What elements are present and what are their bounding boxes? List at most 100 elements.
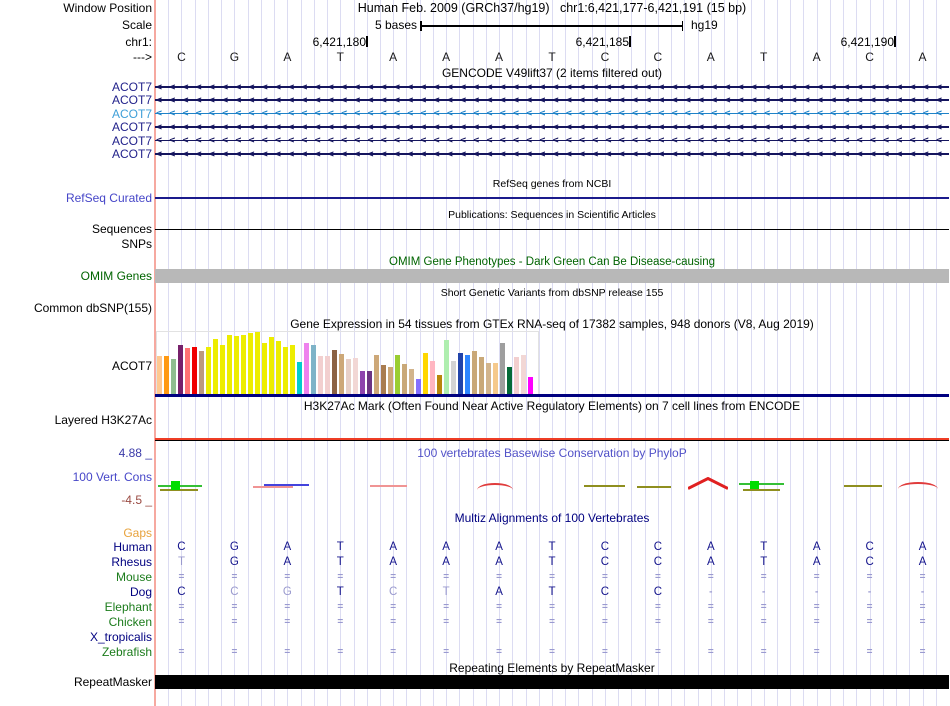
refseq-curated-item[interactable] bbox=[155, 197, 949, 199]
gtex-tissue-bar[interactable] bbox=[458, 353, 463, 394]
gtex-tissue-bar[interactable] bbox=[374, 355, 379, 394]
gtex-tissue-bar[interactable] bbox=[227, 335, 232, 394]
gencode-transcript-arrows[interactable]: <<<<<<<<<<<<<<<<<<<<<<<<<<<<<<<<<<<<<<<<… bbox=[155, 121, 949, 134]
gtex-tissue-bar[interactable] bbox=[395, 355, 400, 394]
gtex-tissue-bar[interactable] bbox=[353, 358, 358, 394]
repeatmasker-label[interactable]: RepeatMasker bbox=[74, 675, 152, 689]
gtex-tissue-bar[interactable] bbox=[171, 359, 176, 394]
gtex-tissue-bar[interactable] bbox=[290, 345, 295, 394]
gtex-tissue-bar[interactable] bbox=[409, 369, 414, 394]
gtex-tissue-bar[interactable] bbox=[514, 357, 519, 394]
species-label-chicken[interactable]: Chicken bbox=[109, 615, 152, 629]
gtex-tissue-bar[interactable] bbox=[304, 343, 309, 394]
alignment-base: C bbox=[177, 586, 186, 598]
gtex-tissue-bar[interactable] bbox=[437, 375, 442, 394]
gencode-transcript-label[interactable]: ACOT7 bbox=[112, 93, 152, 107]
gtex-tissue-bar[interactable] bbox=[339, 354, 344, 394]
gtex-tissue-bar[interactable] bbox=[206, 347, 211, 394]
gtex-tissue-bar[interactable] bbox=[318, 356, 323, 394]
gtex-tissue-bar[interactable] bbox=[346, 359, 351, 394]
gtex-tissue-bar[interactable] bbox=[423, 353, 428, 394]
alignment-symbol: = bbox=[337, 571, 344, 583]
refseq-track-title: RefSeq genes from NCBI bbox=[492, 178, 612, 190]
gtex-tissue-bar[interactable] bbox=[255, 332, 260, 394]
gtex-tissue-bar[interactable] bbox=[283, 347, 288, 394]
gencode-transcript-arrows[interactable]: <<<<<<<<<<<<<<<<<<<<<<<<<<<<<<<<<<<<<<<<… bbox=[155, 107, 949, 120]
species-label-zebrafish[interactable]: Zebrafish bbox=[102, 645, 152, 659]
gtex-tissue-bar[interactable] bbox=[178, 345, 183, 394]
gtex-tissue-bar[interactable] bbox=[528, 377, 533, 394]
gtex-tissue-bar[interactable] bbox=[381, 365, 386, 394]
species-label-human[interactable]: Human bbox=[113, 540, 152, 554]
gtex-tissue-bar[interactable] bbox=[507, 367, 512, 394]
gencode-transcript-label[interactable]: ACOT7 bbox=[112, 134, 152, 148]
gtex-tissue-bar[interactable] bbox=[213, 339, 218, 394]
alignment-symbol: - bbox=[709, 586, 713, 598]
gencode-transcript-label[interactable]: ACOT7 bbox=[112, 147, 152, 161]
gtex-tissue-bar[interactable] bbox=[444, 340, 449, 394]
gencode-transcript-arrows[interactable]: <<<<<<<<<<<<<<<<<<<<<<<<<<<<<<<<<<<<<<<<… bbox=[155, 148, 949, 161]
gtex-expression-bars[interactable] bbox=[157, 332, 537, 394]
gencode-transcript-arrows[interactable]: <<<<<<<<<<<<<<<<<<<<<<<<<<<<<<<<<<<<<<<<… bbox=[155, 94, 949, 107]
alignment-base: T bbox=[336, 556, 344, 568]
gtex-tissue-bar[interactable] bbox=[276, 341, 281, 394]
gtex-tissue-bar[interactable] bbox=[199, 351, 204, 394]
gtex-tissue-bar[interactable] bbox=[164, 356, 169, 394]
common-dbsnp-label[interactable]: Common dbSNP(155) bbox=[34, 301, 152, 315]
gencode-transcript-arrows[interactable]: <<<<<<<<<<<<<<<<<<<<<<<<<<<<<<<<<<<<<<<<… bbox=[155, 81, 949, 94]
gtex-tissue-bar[interactable] bbox=[360, 371, 365, 394]
species-label-x_tropicalis[interactable]: X_tropicalis bbox=[90, 630, 152, 644]
gtex-tissue-bar[interactable] bbox=[220, 345, 225, 394]
gtex-tissue-bar[interactable] bbox=[297, 362, 302, 394]
gencode-transcript-label[interactable]: ACOT7 bbox=[112, 120, 152, 134]
gencode-transcript-label[interactable]: ACOT7 bbox=[112, 80, 152, 94]
species-label-elephant[interactable]: Elephant bbox=[105, 600, 152, 614]
gtex-tissue-bar[interactable] bbox=[311, 345, 316, 394]
alignment-base: C bbox=[653, 586, 663, 598]
gtex-tissue-bar[interactable] bbox=[493, 363, 498, 394]
omim-genes-label[interactable]: OMIM Genes bbox=[81, 269, 152, 283]
gtex-tissue-bar[interactable] bbox=[248, 333, 253, 394]
gtex-tissue-bar[interactable] bbox=[234, 336, 239, 394]
gtex-tissue-bar[interactable] bbox=[157, 356, 162, 394]
gtex-tissue-bar[interactable] bbox=[479, 357, 484, 394]
species-label-gaps[interactable]: Gaps bbox=[123, 526, 152, 540]
alignment-base: A bbox=[495, 556, 503, 568]
gtex-tissue-bar[interactable] bbox=[192, 347, 197, 394]
gtex-tissue-bar[interactable] bbox=[465, 355, 470, 394]
gtex-tissue-bar[interactable] bbox=[388, 367, 393, 394]
gtex-tissue-bar[interactable] bbox=[472, 351, 477, 394]
phylop-track-label[interactable]: 100 Vert. Cons bbox=[73, 470, 152, 484]
species-label-rhesus[interactable]: Rhesus bbox=[111, 555, 152, 569]
gtex-tissue-bar[interactable] bbox=[486, 363, 491, 394]
refseq-curated-label[interactable]: RefSeq Curated bbox=[66, 191, 152, 205]
species-label-mouse[interactable]: Mouse bbox=[116, 570, 152, 584]
gtex-tissue-bar[interactable] bbox=[185, 348, 190, 394]
gtex-tissue-bar[interactable] bbox=[367, 371, 372, 394]
gtex-tissue-bar[interactable] bbox=[451, 361, 456, 394]
gtex-tissue-bar[interactable] bbox=[332, 350, 337, 394]
gtex-tissue-bar[interactable] bbox=[402, 364, 407, 394]
omim-track-title: OMIM Gene Phenotypes - Dark Green Can Be… bbox=[389, 256, 715, 268]
gencode-transcript-arrows[interactable]: <<<<<<<<<<<<<<<<<<<<<<<<<<<<<<<<<<<<<<<<… bbox=[155, 134, 949, 147]
gtex-tissue-bar[interactable] bbox=[262, 343, 267, 394]
layered-h3k27ac-label[interactable]: Layered H3K27Ac bbox=[55, 413, 152, 427]
gtex-tissue-bar[interactable] bbox=[500, 343, 505, 394]
gtex-tissue-bar[interactable] bbox=[430, 361, 435, 394]
sequences-item[interactable] bbox=[155, 228, 949, 230]
gtex-tissue-bar[interactable] bbox=[269, 337, 274, 394]
gtex-tissue-bar[interactable] bbox=[521, 355, 526, 394]
gencode-transcript-label[interactable]: ACOT7 bbox=[112, 107, 152, 121]
species-label-dog[interactable]: Dog bbox=[130, 585, 152, 599]
omim-genes-bar[interactable] bbox=[155, 269, 949, 283]
alignment-symbol: = bbox=[813, 646, 820, 658]
gtex-gene-label[interactable]: ACOT7 bbox=[112, 359, 152, 373]
gtex-tissue-bar[interactable] bbox=[325, 356, 330, 394]
sequences-label[interactable]: Sequences bbox=[92, 222, 152, 236]
assembly-position-title: Human Feb. 2009 (GRCh37/hg19) chr1:6,421… bbox=[357, 1, 747, 15]
gtex-tissue-bar[interactable] bbox=[241, 335, 246, 394]
reference-base: C bbox=[600, 50, 610, 64]
snps-label[interactable]: SNPs bbox=[121, 237, 152, 251]
repeatmasker-element-bar[interactable] bbox=[155, 675, 949, 689]
gtex-tissue-bar[interactable] bbox=[416, 379, 421, 394]
